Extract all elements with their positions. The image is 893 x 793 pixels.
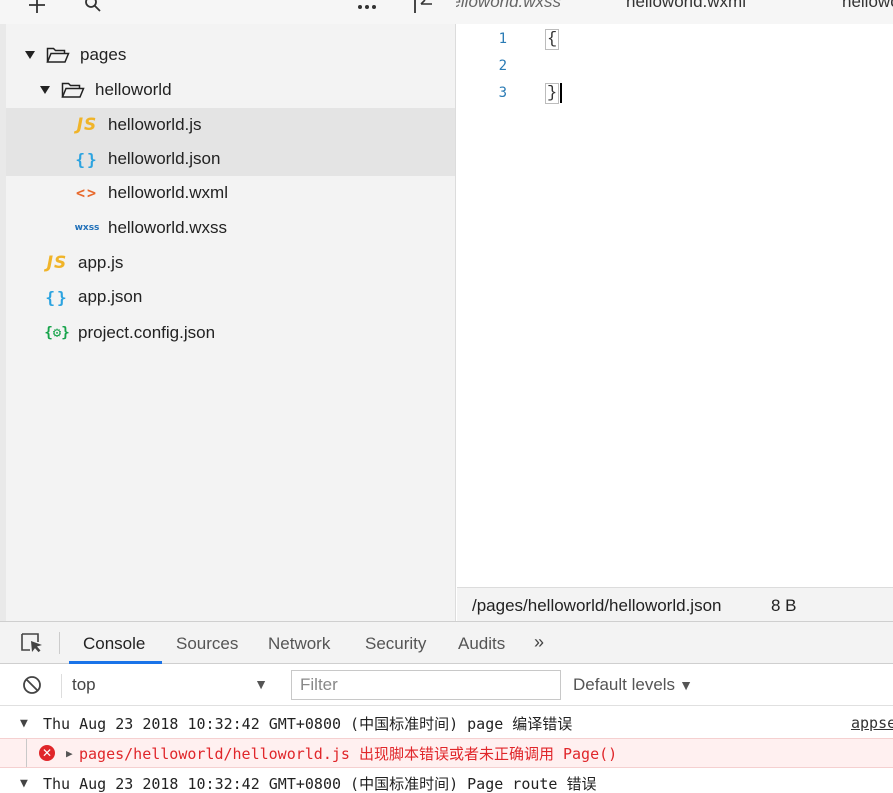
- code-line: 3 }: [457, 82, 893, 105]
- tree-file-app-js[interactable]: JS app.js: [6, 246, 455, 280]
- add-file-button[interactable]: [26, 0, 48, 16]
- expand-arrow-icon: ▼: [20, 715, 28, 731]
- more-button[interactable]: [354, 0, 380, 16]
- json-file-icon: {}: [75, 149, 99, 169]
- code-text: }: [545, 82, 563, 105]
- config-file-icon: {⚙}: [44, 325, 70, 341]
- text-cursor: [560, 82, 563, 103]
- levels-label: Default levels: [573, 675, 676, 694]
- more-tabs-button[interactable]: »: [534, 632, 544, 653]
- tree-folder-pages[interactable]: pages: [6, 38, 455, 72]
- log-message: Thu Aug 23 2018 10:32:42 GMT+0800 (中国标准时…: [43, 774, 597, 793]
- collapse-button[interactable]: [412, 0, 434, 16]
- tree-item-label: pages: [80, 45, 127, 64]
- divider: [61, 674, 62, 698]
- filter-input[interactable]: [291, 670, 561, 700]
- log-group-row[interactable]: ▼ Thu Aug 23 2018 10:32:42 GMT+0800 (中国标…: [0, 708, 893, 738]
- file-path: /pages/helloworld/helloworld.json: [472, 596, 722, 615]
- console-filter-bar: top ▼ Default levels▼: [0, 664, 893, 706]
- line-number: 2: [498, 58, 507, 74]
- tree-item-label: helloworld: [95, 80, 172, 99]
- log-source-link[interactable]: appse: [851, 714, 893, 732]
- plus-icon: [29, 0, 45, 13]
- tab-helloworld-wxml[interactable]: helloworld.wxml: [626, 0, 746, 12]
- divider: [59, 632, 60, 654]
- log-error-row[interactable]: ✕ ▶ pages/helloworld/helloworld.js 出现脚本错…: [0, 738, 893, 768]
- log-levels-select[interactable]: Default levels ▼: [573, 675, 693, 695]
- caret-down-icon: ▼: [679, 677, 693, 693]
- search-icon: [85, 0, 101, 12]
- tab-security[interactable]: Security: [365, 634, 426, 654]
- chevron-down-icon: [39, 84, 51, 96]
- wxml-file-icon: <>: [75, 184, 99, 202]
- tab-audits[interactable]: Audits: [458, 634, 505, 654]
- tree-item-label: app.json: [78, 287, 143, 306]
- tree-item-label: helloworld.wxss: [108, 218, 228, 237]
- tree-file-helloworld-wxml[interactable]: <> helloworld.wxml: [6, 176, 455, 210]
- tree-file-project-config-json[interactable]: {⚙} project.config.json: [6, 316, 455, 350]
- code-editor[interactable]: 1 { 2 3 }: [457, 24, 893, 587]
- tree-file-helloworld-js[interactable]: JS helloworld.js: [6, 108, 455, 142]
- editor-status-bar: /pages/helloworld/helloworld.json 8 B: [457, 587, 893, 621]
- tree-item-label: helloworld.wxml: [108, 183, 228, 202]
- tree-file-helloworld-wxss[interactable]: wxss helloworld.wxss: [6, 211, 455, 245]
- tree-item-label: app.js: [78, 253, 124, 272]
- caret-down-icon: ▼: [254, 676, 268, 692]
- clear-icon: [23, 676, 41, 694]
- tree-item-label: helloworld.json: [108, 149, 221, 168]
- tree-file-app-json[interactable]: {} app.json: [6, 280, 455, 314]
- folder-open-icon: [46, 45, 72, 65]
- console-output: ▼ Thu Aug 23 2018 10:32:42 GMT+0800 (中国标…: [0, 706, 893, 793]
- folder-open-icon: [61, 80, 87, 100]
- tree-folder-helloworld[interactable]: helloworld: [6, 73, 455, 107]
- devtools-tabbar: Console Sources Network Security Audits …: [0, 622, 893, 664]
- tree-file-helloworld-json[interactable]: {} helloworld.json: [6, 142, 455, 176]
- tab-helloworld-wxss[interactable]: helloworld.wxss: [456, 0, 575, 12]
- log-group-row[interactable]: ▼ Thu Aug 23 2018 10:32:42 GMT+0800 (中国标…: [0, 768, 893, 793]
- tab-label: helloworld.json: [842, 0, 893, 11]
- tab-network[interactable]: Network: [268, 634, 330, 654]
- line-number: 1: [498, 31, 507, 47]
- js-file-icon: JS: [76, 115, 98, 135]
- tab-sources[interactable]: Sources: [176, 634, 238, 654]
- context-value: top: [72, 675, 96, 694]
- wxss-file-icon: wxss: [74, 223, 100, 233]
- clear-console-button[interactable]: [22, 675, 42, 695]
- error-icon: ✕: [39, 745, 55, 761]
- inspect-icon: [21, 633, 42, 653]
- tree-item-label: helloworld.js: [108, 115, 202, 134]
- tab-helloworld-json[interactable]: helloworld.json: [842, 0, 893, 12]
- group-indent-line: [26, 739, 27, 767]
- log-message: Thu Aug 23 2018 10:32:42 GMT+0800 (中国标准时…: [43, 714, 573, 733]
- file-explorer: pages helloworld JS helloworld.js {} hel…: [0, 24, 456, 621]
- code-line: 2: [457, 56, 893, 76]
- code-text: {: [545, 28, 560, 50]
- json-file-icon: {}: [45, 287, 69, 307]
- search-button[interactable]: [82, 0, 104, 16]
- file-size: 8 B: [771, 596, 797, 615]
- log-message: pages/helloworld/helloworld.js 出现脚本错误或者未…: [79, 744, 618, 763]
- tab-label: helloworld.wxss: [456, 0, 562, 11]
- context-select[interactable]: top ▼: [72, 675, 268, 697]
- devtools-panel: Console Sources Network Security Audits …: [0, 621, 893, 793]
- js-file-icon: JS: [46, 253, 68, 273]
- inspect-element-button[interactable]: [20, 632, 44, 654]
- tree-item-label: project.config.json: [78, 323, 216, 342]
- expand-arrow-icon: ▼: [20, 775, 28, 791]
- chevron-down-icon: [24, 49, 36, 61]
- editor-tabs: helloworld.wxss helloworld.wxml hellowor…: [456, 0, 893, 24]
- code-line: 1 {: [457, 28, 893, 50]
- collapse-icon: [414, 0, 432, 13]
- line-number: 3: [498, 85, 507, 101]
- explorer-toolbar: helloworld.wxss helloworld.wxml hellowor…: [0, 0, 893, 24]
- expand-arrow-icon: ▶: [66, 746, 73, 760]
- more-icon: [358, 5, 376, 9]
- tab-label: helloworld.wxml: [626, 0, 746, 11]
- tab-console[interactable]: Console: [83, 634, 145, 654]
